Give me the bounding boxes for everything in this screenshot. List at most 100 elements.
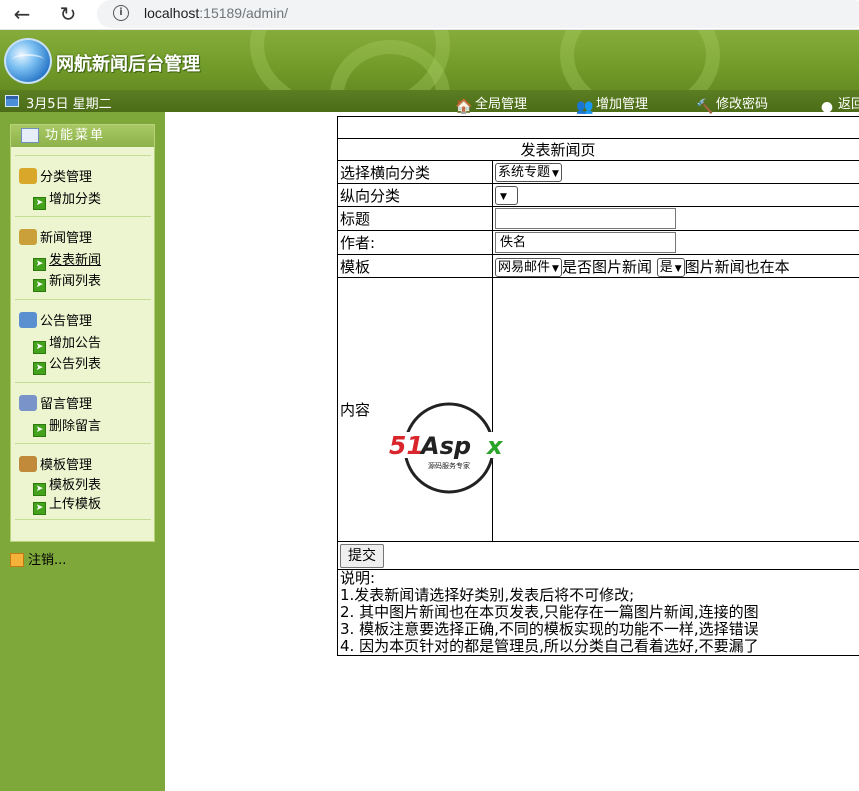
field-cell: [492, 206, 859, 231]
info-icon[interactable]: i: [113, 5, 129, 21]
address-bar[interactable]: i localhost:15189/admin/: [97, 0, 859, 28]
title-input[interactable]: [495, 208, 676, 229]
url-host: localhost: [144, 5, 200, 21]
sidebar-item-add-notice[interactable]: ➤ 增加公告: [33, 332, 101, 354]
coins-icon: [19, 168, 37, 184]
svg-text:源码服务专家: 源码服务专家: [428, 461, 470, 470]
svg-text:x: x: [486, 432, 504, 460]
current-date: 3月5日 星期二: [26, 97, 112, 112]
divider: [15, 216, 151, 217]
back-icon[interactable]: ←: [9, 2, 35, 26]
nav-label: 修改密码: [716, 97, 769, 112]
group-header-template: 模板管理: [19, 454, 92, 473]
url-text[interactable]: localhost:15189/admin/: [144, 5, 288, 21]
item-label: 新闻列表: [49, 274, 102, 289]
item-label: 增加分类: [49, 192, 102, 207]
field-cell: ▼: [492, 183, 859, 207]
browser-toolbar: ← ↻ i localhost:15189/admin/: [0, 0, 859, 30]
chevron-down-icon: ▼: [500, 191, 507, 202]
notes-line: 1.发表新闻请选择好类别,发表后将不可修改;: [340, 586, 635, 604]
site-title: 网航新闻后台管理: [56, 54, 200, 75]
sidebar-item-delete-message[interactable]: ➤ 删除留言: [33, 415, 101, 437]
car-icon: [19, 312, 37, 328]
logout-link[interactable]: 注销...: [10, 549, 66, 568]
chevron-down-icon: ▼: [552, 263, 559, 274]
chevron-down-icon: ▼: [674, 263, 682, 274]
nav-change-password[interactable]: 🔨 修改密码: [696, 93, 768, 115]
divider: [15, 299, 151, 300]
menu-title: 功能菜单: [11, 125, 154, 147]
svg-text:51: 51: [389, 431, 424, 460]
svg-text:Asp: Asp: [419, 432, 471, 460]
reload-icon[interactable]: ↻: [55, 2, 81, 26]
sidebar-item-news-list[interactable]: ➤ 新闻列表: [33, 270, 101, 292]
item-label: 上传模板: [49, 497, 102, 512]
submit-button[interactable]: 提交: [340, 543, 384, 568]
logout-label: 注销...: [28, 553, 67, 568]
function-menu: 功能菜单 分类管理 ➤ 增加分类 新闻管理 ➤ 发表新闻 ➤ 新闻列表 公告管理 ➤ 增…: [10, 124, 155, 542]
url-path: :15189/admin/: [199, 5, 288, 21]
divider: [15, 443, 151, 444]
image-note-text: 图片新闻也在本: [684, 257, 790, 276]
notes-line: 2. 其中图片新闻也在本页发表,只能存在一篇图片新闻,连接的图: [340, 603, 759, 621]
field-label: 模板: [337, 254, 493, 278]
nav-global-manage[interactable]: 🏠 全局管理: [455, 93, 527, 115]
field-cell: 佚名: [492, 230, 859, 255]
menu-icon: [21, 128, 39, 143]
arrow-right-icon: ➤: [33, 362, 46, 375]
sidebar-item-publish-news[interactable]: ➤ 发表新闻: [33, 249, 101, 271]
arrow-right-icon: ➤: [33, 424, 46, 437]
site-header: 网航新闻后台管理: [0, 30, 859, 90]
notes-line: 说明:: [340, 569, 376, 587]
notes-line: 3. 模板注意要选择正确,不同的模板实现的功能不一样,选择错误: [340, 620, 759, 638]
user-message-icon: [19, 395, 37, 411]
sidebar-item-upload-template[interactable]: ➤ 上传模板: [33, 493, 101, 515]
divider: [15, 382, 151, 383]
brand-watermark-logo: 51 Asp x 源码服务专家: [387, 402, 511, 494]
sidebar-item-notice-list[interactable]: ➤ 公告列表: [33, 353, 101, 375]
field-cell: 系统专题 ▼: [492, 160, 859, 184]
menu-title-text: 功能菜单: [45, 128, 106, 143]
field-label: 作者:: [337, 230, 493, 255]
form-table: 发表新闻页 选择横向分类 系统专题 ▼ 纵向分类 ▼ 标题 作者: 佚名 模板 网…: [337, 116, 859, 656]
item-label: 增加公告: [49, 336, 102, 351]
sidebar-item-add-category[interactable]: ➤ 增加分类: [33, 188, 101, 210]
publish-news-form: 发表新闻页 选择横向分类 系统专题 ▼ 纵向分类 ▼ 标题 作者: 佚名 模板 网…: [337, 116, 859, 656]
template-select[interactable]: 网易邮件 ▼: [495, 257, 562, 277]
field-label: 选择横向分类: [337, 160, 493, 184]
nav-return[interactable]: ● 返回: [818, 93, 859, 115]
tools-icon: 🔨: [696, 99, 714, 115]
field-label: 纵向分类: [337, 183, 493, 207]
tools-icon: [19, 456, 37, 472]
field-cell: 网易邮件 ▼ 是否图片新闻 是 ▼ 图片新闻也在本: [492, 254, 859, 278]
group-header-notice: 公告管理: [19, 310, 92, 329]
calendar-icon: [5, 95, 19, 107]
nav-label: 返回: [838, 97, 859, 112]
group-label: 模板管理: [40, 458, 93, 473]
arrow-right-icon: ➤: [33, 502, 46, 515]
notes-line: 4. 因为本页针对的都是管理员,所以分类自己看着选好,不要漏了: [340, 637, 759, 655]
author-input[interactable]: 佚名: [495, 232, 676, 253]
home-icon: 🏠: [455, 99, 473, 115]
is-image-label: 是否图片新闻: [561, 257, 652, 276]
vertical-category-select[interactable]: ▼: [495, 185, 518, 205]
return-icon: ●: [820, 99, 834, 115]
group-label: 分类管理: [40, 170, 93, 185]
nav-label: 增加管理: [596, 97, 649, 112]
group-header-message: 留言管理: [19, 393, 92, 412]
chevron-down-icon: ▼: [552, 168, 559, 179]
select-value: 系统专题: [498, 164, 551, 180]
group-label: 新闻管理: [40, 231, 93, 246]
users-icon: 👥: [576, 99, 594, 115]
nav-label: 全局管理: [475, 97, 528, 112]
content-editor[interactable]: [494, 279, 859, 541]
logout-icon: [10, 553, 24, 567]
is-image-select[interactable]: 是 ▼: [656, 257, 685, 277]
horizontal-category-select[interactable]: 系统专题 ▼: [495, 162, 562, 182]
divider: [15, 519, 151, 520]
content-cell: [492, 277, 859, 542]
nav-add-admin[interactable]: 👥 增加管理: [576, 93, 648, 115]
item-label: 删除留言: [49, 419, 102, 434]
select-value: 是: [659, 259, 673, 275]
empty-header-row: [337, 116, 859, 139]
